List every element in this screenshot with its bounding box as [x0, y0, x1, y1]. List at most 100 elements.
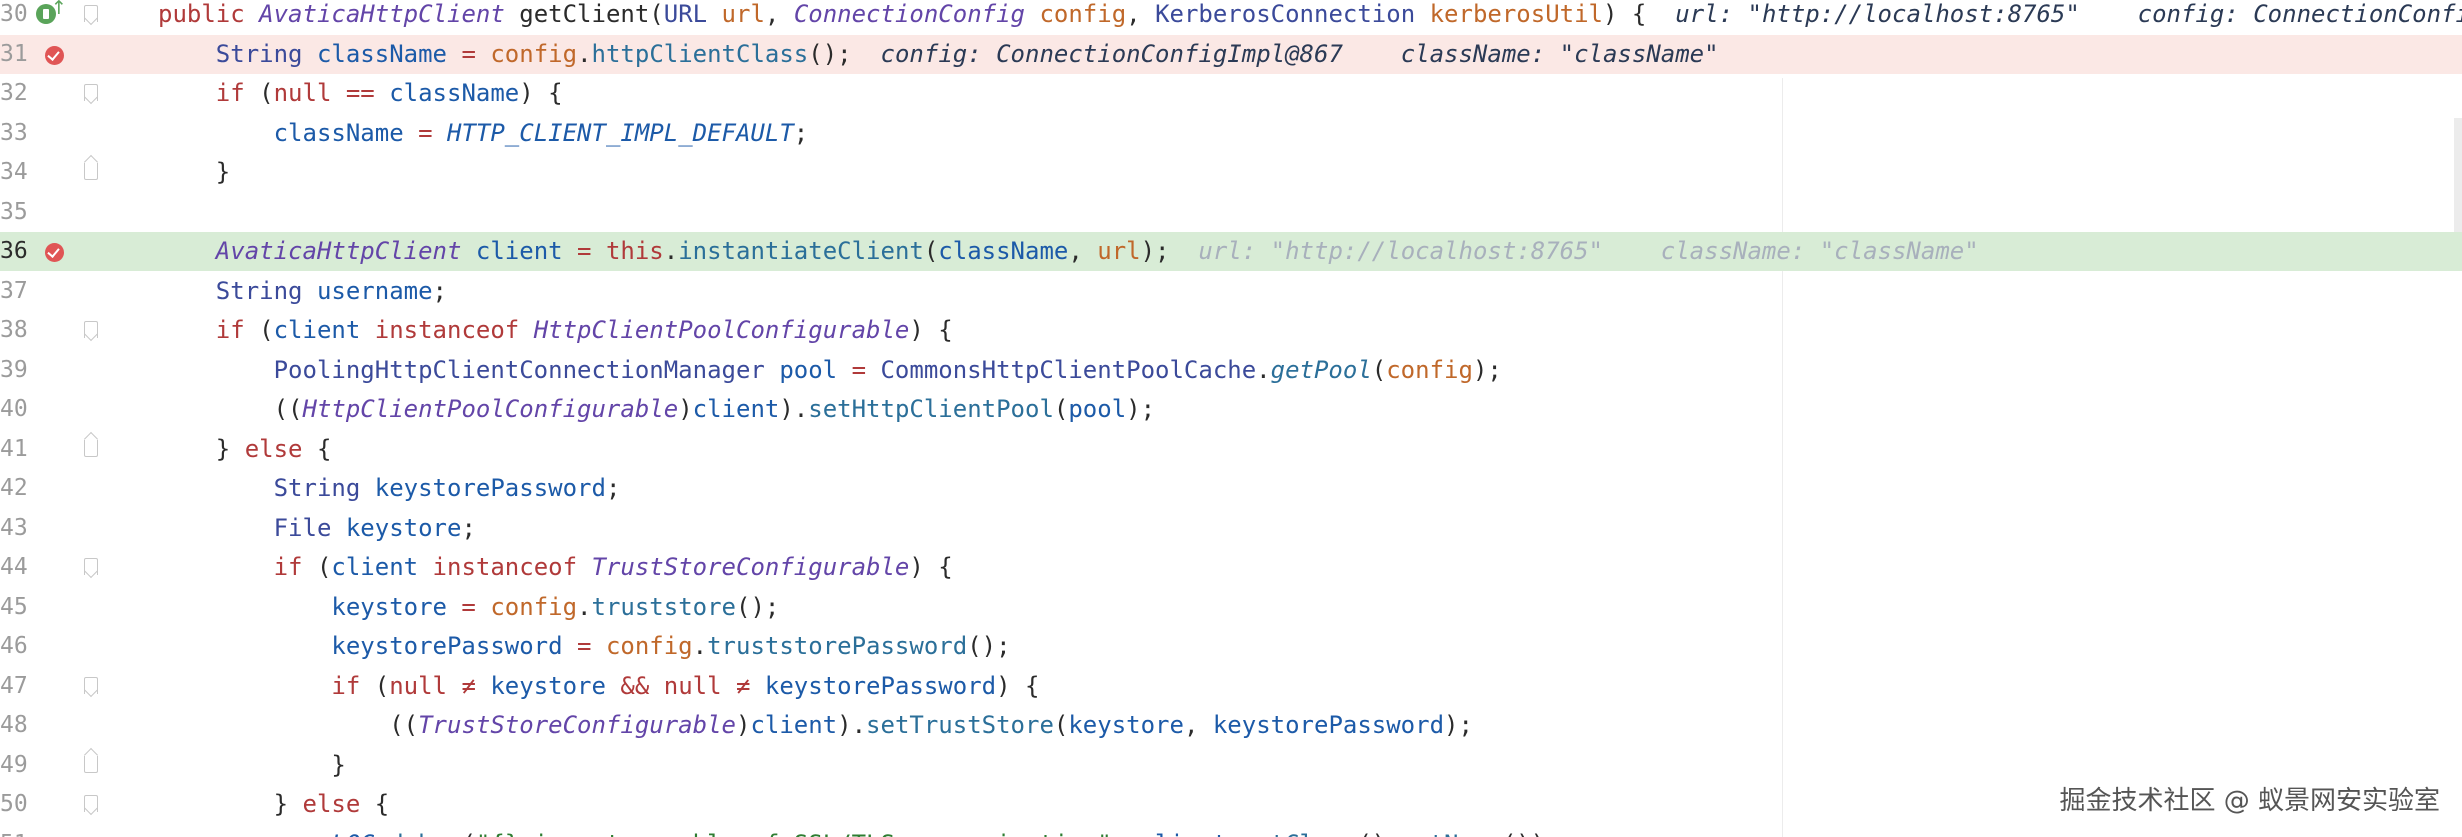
code-token: getClass	[1242, 830, 1358, 837]
code-text[interactable]: ((HttpClientPoolConfigurable)client).set…	[158, 390, 1155, 429]
code-text[interactable]: String keystorePassword;	[158, 469, 621, 508]
code-editor[interactable]: 30 ↑ public AvaticaHttpClient getClient(UR…	[0, 0, 2462, 837]
line-gutter[interactable]: 50	[0, 785, 98, 824]
fold-marker-icon[interactable]	[84, 439, 98, 457]
code-token: (	[1053, 395, 1069, 423]
code-text[interactable]: if (client instanceof TrustStoreConfigur…	[158, 548, 953, 587]
up-arrow-icon[interactable]: ↑	[51, 0, 67, 18]
line-gutter[interactable]: 48	[0, 706, 92, 745]
line-gutter[interactable]: 31	[0, 35, 92, 74]
code-text[interactable]: } else {	[158, 785, 390, 824]
code-token: ());	[1502, 830, 1560, 837]
code-token: truststorePassword	[707, 632, 968, 660]
fold-marker-icon[interactable]	[84, 321, 98, 338]
line-gutter[interactable]: 33	[0, 114, 92, 153]
line-gutter[interactable]: 44	[0, 548, 98, 587]
line-number: 50	[0, 791, 28, 817]
code-line[interactable]: 38 if (client instanceof HttpClientPoolC…	[0, 311, 2462, 350]
code-text[interactable]: if (client instanceof HttpClientPoolConf…	[158, 311, 953, 350]
code-text[interactable]: if (null ≠ keystore && null ≠ keystorePa…	[158, 667, 1039, 706]
line-gutter[interactable]: 36	[0, 232, 92, 271]
line-gutter[interactable]: 40	[0, 390, 92, 429]
fold-marker-icon[interactable]	[84, 676, 98, 694]
code-text[interactable]: }	[158, 153, 230, 192]
line-gutter[interactable]: 43	[0, 509, 92, 548]
line-gutter[interactable]: 32	[0, 74, 98, 113]
fold-marker-icon[interactable]	[84, 84, 98, 101]
code-text[interactable]: PoolingHttpClientConnectionManager pool …	[158, 351, 1502, 390]
line-number: 33	[0, 119, 28, 146]
code-token: ) {	[909, 316, 953, 344]
fold-marker-icon[interactable]	[84, 5, 98, 22]
code-line[interactable]: 42 String keystorePassword;	[0, 469, 2462, 508]
code-text[interactable]: public AvaticaHttpClient getClient(URL u…	[158, 0, 2462, 34]
code-line[interactable]: 34 }	[0, 153, 2462, 192]
line-gutter[interactable]: 30 ↑	[0, 0, 98, 34]
code-token: TrustStoreConfigurable	[591, 553, 910, 581]
line-number: 45	[0, 593, 28, 620]
line-gutter[interactable]: 34	[0, 153, 98, 192]
code-line[interactable]: 51 LOG.debug("{} is not capable of SSL/T…	[0, 825, 2462, 837]
code-token: else	[244, 434, 303, 463]
line-number: 32	[0, 80, 28, 106]
fold-marker-icon[interactable]	[84, 163, 98, 180]
code-token: if	[158, 316, 260, 344]
line-gutter[interactable]: 41	[0, 430, 98, 469]
line-gutter[interactable]: 45	[0, 588, 92, 627]
breakpoint-icon[interactable]	[45, 243, 64, 262]
code-line[interactable]: 40 ((HttpClientPoolConfigurable)client).…	[0, 390, 2462, 429]
code-line[interactable]: 45 keystore = config.truststore();	[0, 588, 2462, 627]
code-line[interactable]: 33 className = HTTP_CLIENT_IMPL_DEFAULT;	[0, 114, 2462, 153]
code-line[interactable]: 47 if (null ≠ keystore && null ≠ keystor…	[0, 667, 2462, 706]
debug-inline-values: url: "http://localhost:8765" config: Con…	[1675, 0, 2462, 28]
code-text[interactable]: ((TrustStoreConfigurable)client).setTrus…	[158, 706, 1473, 745]
code-line[interactable]: 35	[0, 193, 2462, 232]
code-line[interactable]: 36 AvaticaHttpClient client = this.insta…	[0, 232, 2462, 271]
code-line[interactable]: 49 }	[0, 746, 2462, 785]
code-token: .	[692, 632, 708, 660]
code-line[interactable]: 46 keystorePassword = config.truststoreP…	[0, 627, 2462, 666]
line-number: 47	[0, 672, 28, 699]
code-line[interactable]: 32 if (null == className) {	[0, 74, 2462, 113]
line-gutter[interactable]: 35	[0, 193, 92, 232]
code-text[interactable]: } else {	[158, 430, 332, 469]
breakpoint-icon[interactable]	[45, 45, 64, 65]
code-token: );	[1444, 711, 1473, 739]
line-gutter[interactable]: 39	[0, 351, 92, 390]
code-line[interactable]: 43 File keystore;	[0, 509, 2462, 548]
line-number: 44	[0, 554, 28, 580]
code-token: ) {	[1603, 0, 1676, 28]
fold-marker-icon[interactable]	[84, 795, 98, 812]
code-line[interactable]: 31 String className = config.httpClientC…	[0, 34, 2462, 74]
code-line[interactable]: 41 } else {	[0, 430, 2462, 469]
line-gutter[interactable]: 47	[0, 667, 98, 706]
line-gutter[interactable]: 51	[0, 825, 92, 837]
code-token: )	[678, 395, 693, 423]
code-text[interactable]: keystorePassword = config.truststorePass…	[158, 627, 1010, 666]
line-gutter[interactable]: 37	[0, 272, 92, 311]
code-token: .	[1256, 355, 1271, 384]
line-gutter[interactable]: 46	[0, 627, 92, 666]
code-text[interactable]: }	[158, 746, 345, 785]
code-line[interactable]: 48 ((TrustStoreConfigurable)client).setT…	[0, 706, 2462, 745]
line-gutter[interactable]: 38	[0, 311, 98, 350]
code-line[interactable]: 39 PoolingHttpClientConnectionManager po…	[0, 351, 2462, 390]
fold-marker-icon[interactable]	[84, 755, 98, 773]
code-text[interactable]: className = HTTP_CLIENT_IMPL_DEFAULT;	[158, 114, 809, 153]
code-text[interactable]: File keystore;	[158, 509, 476, 548]
code-text[interactable]: keystore = config.truststore();	[158, 588, 779, 627]
code-token: =	[446, 592, 491, 621]
code-line[interactable]: 37 String username;	[0, 272, 2462, 311]
code-token: keystorePassword	[374, 474, 606, 502]
code-text[interactable]: if (null == className) {	[158, 74, 563, 113]
code-text[interactable]: LOG.debug("{} is not capable of SSL/TLS …	[158, 825, 1560, 837]
fold-marker-icon[interactable]	[84, 558, 98, 575]
line-gutter[interactable]: 49	[0, 746, 98, 785]
code-text[interactable]: String username;	[158, 272, 447, 311]
code-text[interactable]: String className = config.httpClientClas…	[158, 35, 1719, 74]
code-token: {	[302, 434, 332, 463]
line-gutter[interactable]: 42	[0, 469, 92, 508]
code-line[interactable]: 44 if (client instanceof TrustStoreConfi…	[0, 548, 2462, 587]
code-text[interactable]: AvaticaHttpClient client = this.instanti…	[158, 232, 1979, 271]
code-line[interactable]: 30 ↑ public AvaticaHttpClient getClient(UR…	[0, 0, 2462, 34]
